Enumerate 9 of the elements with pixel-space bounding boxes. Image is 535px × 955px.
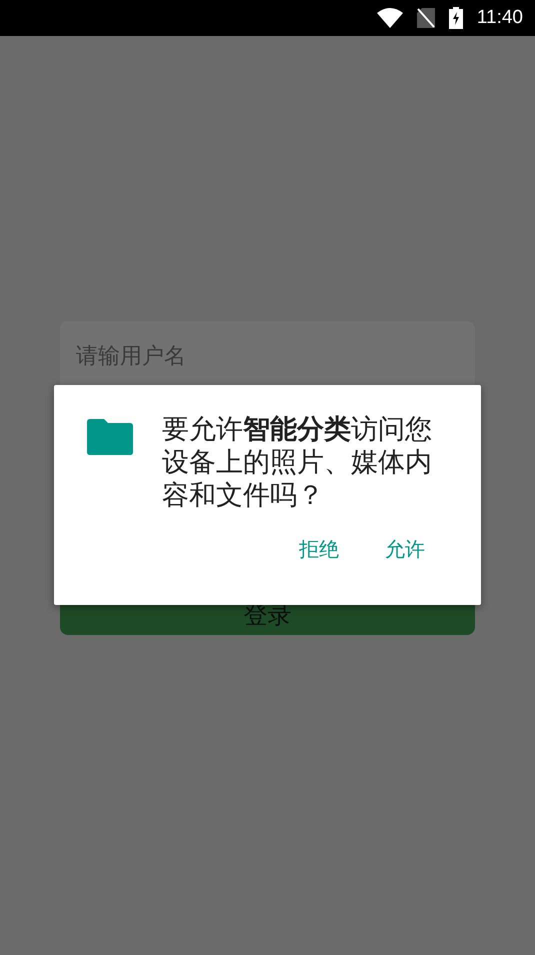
allow-button[interactable]: 允许: [369, 528, 441, 571]
folder-icon: [87, 419, 133, 455]
deny-button[interactable]: 拒绝: [283, 528, 355, 571]
username-field[interactable]: 请输用户名: [62, 321, 473, 391]
permission-message: 要允许智能分类访问您设备上的照片、媒体内容和文件吗？: [162, 413, 433, 512]
battery-charging-icon: [448, 7, 463, 29]
status-time: 11:40: [476, 7, 523, 29]
no-sim-icon: [416, 8, 435, 28]
wifi-icon: [376, 8, 403, 28]
